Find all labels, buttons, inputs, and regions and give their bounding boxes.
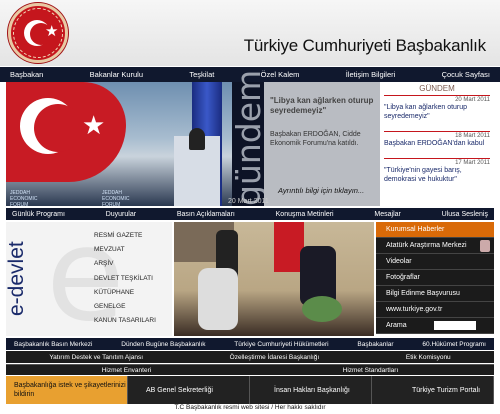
link-devlet-teskilati[interactable]: DEVLET TEŞKİLATI	[94, 275, 156, 282]
gundem-vertical-label: gündem	[229, 69, 268, 206]
main-news-headline[interactable]: "Libya kan ağlarken oturup seyredemeyiz"	[270, 96, 374, 116]
link-arsiv[interactable]: ARŞİV	[94, 260, 156, 267]
link-yatirim-destek[interactable]: Yatırım Destek ve Tanıtım Ajansı	[49, 354, 143, 361]
ataturk-portrait-icon	[480, 239, 490, 252]
news-list-label: GÜNDEM	[419, 84, 455, 93]
link-dunden-bugune[interactable]: Dünden Bugüne Başbakanlık	[121, 341, 205, 348]
news-item[interactable]: 20 Mart 2011 "Libya kan ağlarken oturup …	[384, 95, 490, 121]
site-title: Türkiye Cumhuriyeti Başbakanlık	[243, 36, 486, 55]
footer: T.C Başbakanlık resmi web sitesi / Her h…	[174, 404, 326, 411]
menu-fotograflar[interactable]: Fotoğraflar	[376, 270, 494, 286]
menu-label: Kurumsal Haberler	[386, 226, 445, 233]
link-etik-komisyonu[interactable]: Etik Komisyonu	[406, 354, 451, 361]
menu-label: Videolar	[386, 258, 412, 265]
link-ozellestirme[interactable]: Özelleştirme İdaresi Başkanlığı	[230, 354, 320, 361]
page: ★ Türkiye Cumhuriyeti Başbakanlık Başbak…	[0, 0, 500, 414]
nav-bakanlar-kurulu[interactable]: Bakanlar Kurulu	[90, 70, 143, 79]
search-label: Arama	[386, 322, 407, 329]
menu-label: www.turkiye.gov.tr	[386, 306, 443, 313]
main-news-panel[interactable]: "Libya kan ağlarken oturup seyredemeyiz"…	[228, 82, 380, 206]
news-slider: ★ JEDDAH ECONOMIC FORUM JEDDAH ECONOMIC FORU…	[6, 69, 494, 208]
news-text[interactable]: "Türkiye'nin gayesi barış, demokrasi ve …	[384, 166, 490, 184]
nav-basin-aciklamalari[interactable]: Basın Açıklamaları	[177, 211, 235, 218]
more-info-link[interactable]: Ayrıntılı bilgi için tıklayın...	[278, 186, 364, 195]
menu-bilgi-edinme[interactable]: Bilgi Edinme Başvurusu	[376, 286, 494, 302]
search-row: Arama	[376, 318, 494, 334]
menu-label: Bilgi Edinme Başvurusu	[386, 290, 460, 297]
link-kutuphane[interactable]: KÜTÜPHANE	[94, 289, 156, 296]
headline-photo[interactable]: ★ JEDDAH ECONOMIC FORUM JEDDAH ECONOMIC FORU…	[6, 82, 232, 208]
link-kanun-tasarilari[interactable]: KANUN TASARILARI	[94, 317, 156, 324]
nav-iletisim[interactable]: İletişim Bilgileri	[346, 70, 396, 79]
nav-konusma-metinleri[interactable]: Konuşma Metinleri	[276, 211, 334, 218]
link-genelge[interactable]: GENELGE	[94, 303, 156, 310]
link-hizmet-envanteri[interactable]: Hizmet Envanteri	[102, 367, 152, 374]
menu-ataturk-arastirma[interactable]: Atatürk Araştırma Merkezi	[376, 238, 494, 254]
link-hukumet-programi[interactable]: 60.Hükümet Programı	[422, 341, 486, 348]
nav-ulusa-seslenis[interactable]: Ulusa Sesleniş	[442, 211, 488, 218]
tile-insan-haklari[interactable]: İnsan Hakları Başkanlığı	[250, 376, 372, 404]
nav-basbakan[interactable]: Başbakan	[10, 70, 43, 79]
news-item[interactable]: 18 Mart 2011 Başbakan ERDOĞAN'dan kabul	[384, 131, 490, 148]
meeting-photo[interactable]	[174, 222, 374, 336]
header: ★ Türkiye Cumhuriyeti Başbakanlık	[0, 0, 500, 66]
menu-turkiye-gov[interactable]: www.turkiye.gov.tr	[376, 302, 494, 318]
edevlet-panel: e e-devlet RESMİ GAZETE MEVZUAT ARŞİV DE…	[5, 212, 172, 340]
tile-ab-genel-sekreterligi[interactable]: AB Genel Sekreterliği	[128, 376, 250, 404]
tile-istek-sikayet[interactable]: Başbakanlığa istek ve şikayetlerinizi bi…	[6, 376, 128, 404]
news-text[interactable]: Başbakan ERDOĞAN'dan kabul	[384, 139, 490, 148]
state-seal-logo[interactable]: ★	[8, 3, 68, 63]
search-input[interactable]	[434, 321, 476, 330]
menu-kurumsal-haberler[interactable]: Kurumsal Haberler	[376, 222, 494, 238]
nav-cocuk-sayfasi[interactable]: Çocuk Sayfası	[442, 70, 490, 79]
link-hukumetler[interactable]: Türkiye Cumhuriyeti Hükümetleri	[234, 341, 328, 348]
menu-videolar[interactable]: Videolar	[376, 254, 494, 270]
link-basin-merkezi[interactable]: Başbakanlık Basın Merkezi	[14, 341, 92, 348]
link-mevzuat[interactable]: MEVZUAT	[94, 246, 156, 253]
edevlet-label[interactable]: e-devlet	[5, 222, 30, 336]
news-list: GÜNDEM 20 Mart 2011 "Libya kan ağlarken …	[380, 82, 494, 206]
main-news-date: 20 Mart 2011	[228, 198, 269, 205]
bottom-tiles: Başbakanlığa istek ve şikayetlerinizi bi…	[6, 376, 494, 404]
menu-label: Atatürk Araştırma Merkezi	[386, 242, 467, 249]
link-basbakanlar[interactable]: Başbakanlar	[357, 341, 393, 348]
agencies-bar: Yatırım Destek ve Tanıtım Ajansı Özelleş…	[6, 351, 494, 363]
services-bar: Hizmet Envanteri Hizmet Standartları	[6, 364, 494, 375]
news-text[interactable]: "Libya kan ağlarken oturup seyredemeyiz"	[384, 103, 490, 121]
nav-mesajlar[interactable]: Mesajlar	[374, 211, 400, 218]
right-menu: Kurumsal Haberler Atatürk Araştırma Merk…	[376, 222, 494, 336]
link-resmi-gazete[interactable]: RESMİ GAZETE	[94, 232, 156, 239]
edevlet-links: RESMİ GAZETE MEVZUAT ARŞİV DEVLET TEŞKİL…	[94, 232, 156, 331]
main-news-summary: Başbakan ERDOĞAN, Cidde Ekonomik Forumu'…	[270, 131, 361, 147]
links-bar: Başbakanlık Basın Merkezi Dünden Bugüne …	[6, 338, 494, 350]
nav-teskilat[interactable]: Teşkilat	[189, 70, 214, 79]
menu-label: Fotoğraflar	[386, 274, 420, 281]
link-hizmet-standartlari[interactable]: Hizmet Standartları	[343, 367, 399, 374]
news-item[interactable]: 17 Mart 2011 "Türkiye'nin gayesi barış, …	[384, 158, 490, 184]
tile-turizm-portali[interactable]: Türkiye Turizm Portalı	[372, 376, 494, 404]
